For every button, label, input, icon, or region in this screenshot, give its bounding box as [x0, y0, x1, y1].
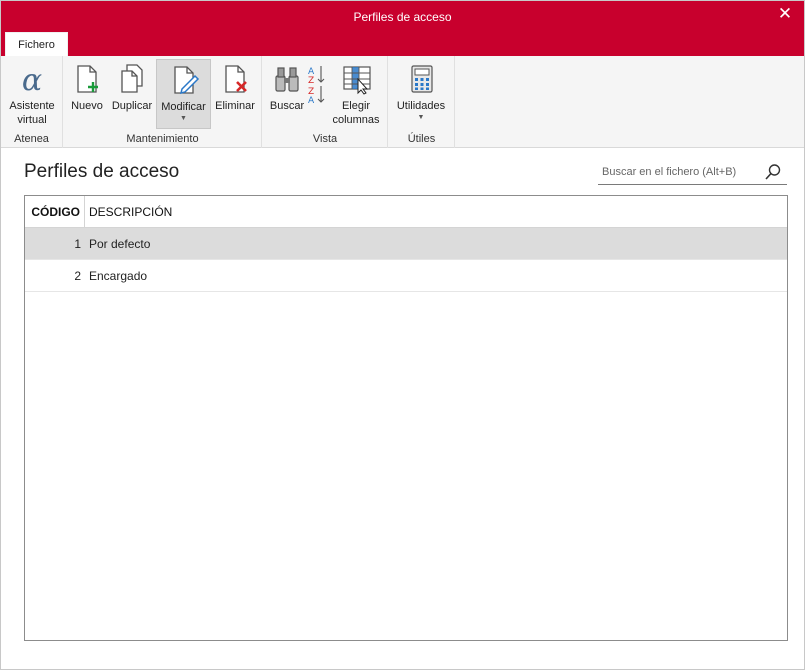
elegir-columnas-button[interactable]: Elegir columnas [331, 59, 381, 127]
window-title: Perfiles de acceso [353, 10, 452, 24]
column-header-codigo[interactable]: CÓDIGO [25, 196, 85, 228]
elegir-columnas-label: Elegir columnas [332, 100, 380, 126]
svg-text:A: A [308, 96, 315, 103]
app-window: Perfiles de acceso ✕ Fichero α Asistente… [0, 0, 805, 670]
edit-document-icon [173, 66, 199, 95]
asistente-virtual-label: Asistente virtual [9, 100, 55, 126]
group-label-mantenimiento: Mantenimiento [126, 133, 199, 145]
tab-fichero[interactable]: Fichero [5, 32, 68, 57]
nuevo-label: Nuevo [71, 100, 103, 112]
utilidades-label: Utilidades [396, 100, 446, 112]
nuevo-button[interactable]: Nuevo [68, 59, 106, 127]
ribbon: α Asistente virtual Atenea Nuevo Duplica… [1, 56, 804, 148]
table-row[interactable]: 2 Encargado [25, 260, 787, 292]
sort-icon: A Z Z A [308, 66, 325, 103]
group-label-atenea: Atenea [14, 133, 49, 145]
sort-button[interactable]: A Z Z A [307, 59, 327, 127]
cell-descripcion: Por defecto [89, 237, 151, 251]
ribbon-group-utiles: Utilidades ▼ Útiles [389, 56, 455, 148]
delete-document-icon [225, 65, 247, 93]
calculator-icon [411, 65, 433, 93]
chevron-down-icon: ▼ [180, 115, 187, 122]
cell-descripcion: Encargado [89, 269, 148, 283]
search-box [598, 160, 787, 185]
search-input[interactable] [602, 162, 762, 182]
utilidades-button[interactable]: Utilidades ▼ [392, 59, 450, 127]
modificar-label: Modificar [161, 101, 206, 113]
column-header-descripcion[interactable]: DESCRIPCIÓN [89, 196, 172, 228]
data-table: CÓDIGO DESCRIPCIÓN 1 Por defecto 2 Encar… [24, 195, 788, 641]
close-icon[interactable]: ✕ [774, 4, 796, 24]
title-bar: Perfiles de acceso ✕ [1, 1, 804, 56]
alpha-icon: α [22, 63, 42, 95]
cell-codigo: 1 [74, 237, 81, 251]
cell-codigo: 2 [74, 269, 81, 283]
chevron-down-icon: ▼ [417, 114, 425, 121]
duplicar-label: Duplicar [111, 100, 153, 112]
svg-text:Z: Z [308, 76, 314, 86]
table-row[interactable]: 1 Por defecto [25, 228, 787, 260]
svg-text:α: α [22, 63, 42, 95]
new-document-icon [77, 65, 98, 93]
binoculars-icon [275, 67, 299, 92]
columns-icon [343, 66, 371, 95]
ribbon-group-mantenimiento: Nuevo Duplicar Modificar ▼ Eliminar Mant… [64, 56, 262, 148]
ribbon-group-atenea: α Asistente virtual Atenea [1, 56, 63, 148]
asistente-virtual-button[interactable]: α Asistente virtual [4, 59, 60, 127]
ribbon-group-vista: Buscar A Z Z A Elegir columnas Vista [263, 56, 388, 148]
eliminar-label: Eliminar [215, 100, 255, 112]
group-label-vista: Vista [312, 133, 338, 145]
buscar-button[interactable]: Buscar [267, 59, 307, 127]
page-title: Perfiles de acceso [24, 161, 180, 182]
search-icon[interactable] [764, 163, 782, 181]
modificar-button[interactable]: Modificar ▼ [156, 59, 211, 129]
table-header: CÓDIGO DESCRIPCIÓN [25, 196, 787, 228]
buscar-label: Buscar [269, 100, 305, 112]
duplicate-icon [121, 64, 143, 93]
eliminar-button[interactable]: Eliminar [212, 59, 258, 127]
group-label-utiles: Útiles [407, 133, 436, 145]
duplicar-button[interactable]: Duplicar [108, 59, 156, 127]
